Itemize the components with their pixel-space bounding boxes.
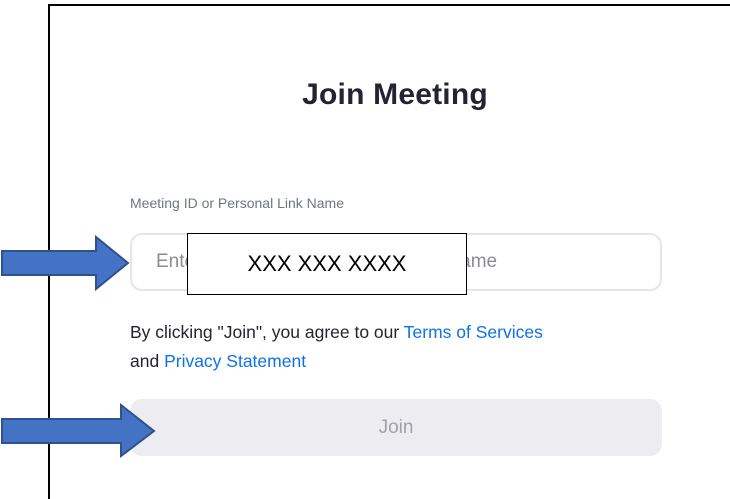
- arrow-right-icon: [1, 234, 130, 292]
- agreement-and: and: [130, 351, 165, 371]
- redaction-text: XXX XXX XXXX: [247, 251, 407, 276]
- page-title: Join Meeting: [302, 78, 488, 111]
- join-button[interactable]: Join: [130, 399, 662, 456]
- redaction-box: XXX XXX XXXX: [187, 233, 467, 295]
- arrow-right-icon: [1, 402, 156, 458]
- screenshot-canvas: Join Meeting Meeting ID or Personal Link…: [0, 0, 730, 499]
- agreement-text: By clicking "Join", you agree to our Ter…: [130, 318, 690, 376]
- agreement-prefix: By clicking "Join", you agree to our: [130, 322, 404, 342]
- privacy-statement-link[interactable]: Privacy Statement: [164, 351, 306, 371]
- meeting-id-label: Meeting ID or Personal Link Name: [130, 195, 344, 211]
- terms-of-service-link[interactable]: Terms of Services: [404, 322, 543, 342]
